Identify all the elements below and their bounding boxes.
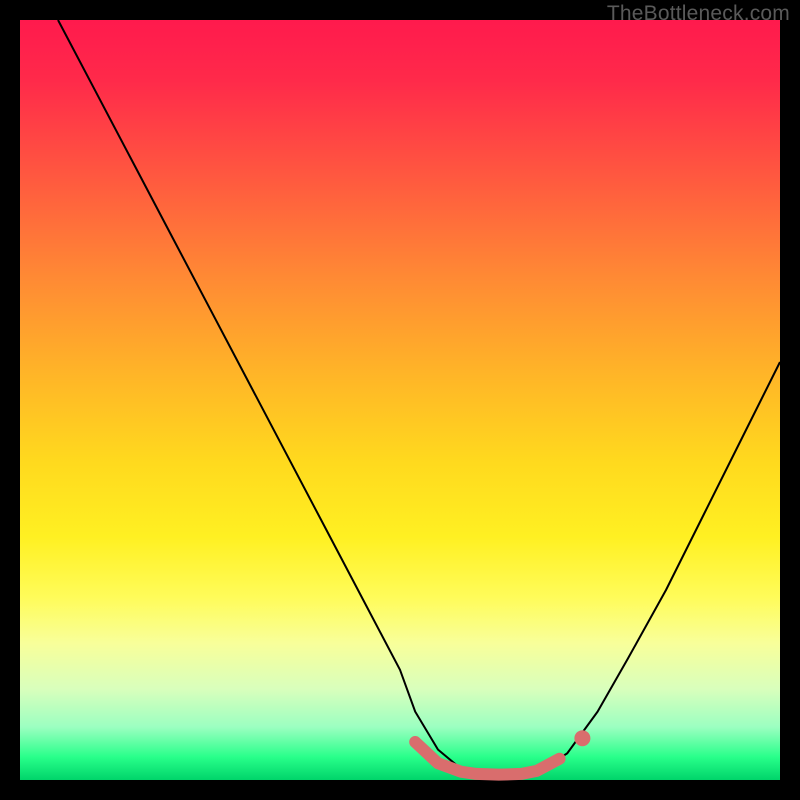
bottleneck-floor-marker xyxy=(574,730,590,746)
curve-layer xyxy=(20,20,780,780)
watermark-text: TheBottleneck.com xyxy=(607,2,790,26)
bottleneck-curve xyxy=(58,20,780,775)
chart-frame: TheBottleneck.com xyxy=(0,0,800,800)
plot-area xyxy=(20,20,780,780)
